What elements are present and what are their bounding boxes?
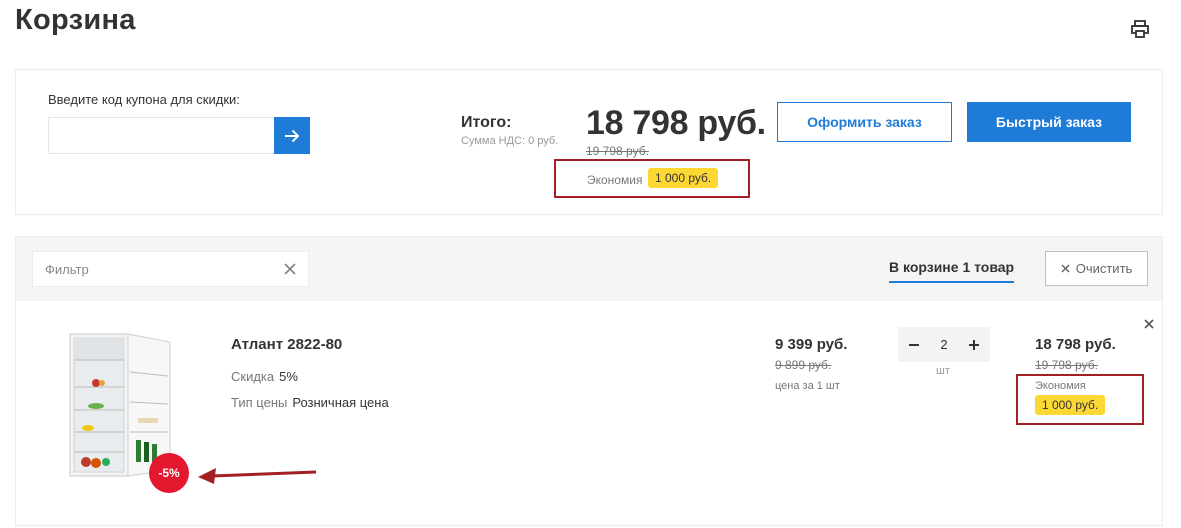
prop-value: 5% (279, 369, 298, 384)
printer-icon[interactable] (1130, 19, 1150, 39)
unit-old-price: 9 899 руб. (775, 358, 832, 372)
quantity-unit: шт (936, 365, 950, 377)
total-price: 18 798 руб. (586, 104, 766, 142)
checkout-button[interactable]: Оформить заказ (777, 102, 952, 142)
product-prop-price-type: Тип цены Розничная цена (231, 395, 389, 410)
quantity-input[interactable] (929, 333, 959, 356)
filter-field (32, 251, 309, 287)
clear-cart-button[interactable]: Очистить (1045, 251, 1148, 286)
prop-key: Скидка (231, 369, 275, 384)
coupon-submit-button[interactable] (274, 117, 310, 154)
minus-icon (909, 343, 919, 346)
product-name-link[interactable]: Атлант 2822-80 (231, 336, 342, 353)
plus-icon (969, 339, 979, 350)
quantity-decrease-button[interactable] (904, 335, 924, 355)
line-savings-label: Экономия (1035, 380, 1086, 392)
line-savings-badge: 1 000 руб. (1035, 395, 1106, 415)
coupon-label: Введите код купона для скидки: (48, 92, 240, 107)
close-icon[interactable] (282, 261, 298, 277)
cart-header: В корзине 1 товар Очистить (16, 237, 1162, 301)
page-title: Корзина (15, 4, 136, 36)
product-prop-discount: Скидка 5% (231, 369, 298, 384)
unit-price: 9 399 руб. (775, 336, 848, 353)
arrow-left-icon (196, 465, 318, 485)
savings-label: Экономия (587, 173, 643, 187)
order-summary-panel: Введите код купона для скидки: Итого: Су… (15, 69, 1163, 215)
line-old-price: 19 798 руб. (1035, 358, 1098, 372)
discount-badge: -5% (149, 453, 189, 493)
total-old-price: 19 798 руб. (586, 144, 649, 158)
total-label: Итого: (461, 114, 512, 131)
arrow-right-icon (285, 129, 300, 142)
vat-amount: Сумма НДС: 0 руб. (461, 135, 559, 147)
close-icon (1061, 264, 1070, 273)
quick-order-button[interactable]: Быстрый заказ (967, 102, 1131, 142)
cart-panel: В корзине 1 товар Очистить (15, 236, 1163, 526)
quantity-stepper (898, 327, 990, 362)
prop-key: Тип цены (231, 395, 288, 410)
line-total-price: 18 798 руб. (1035, 336, 1116, 353)
coupon-input[interactable] (48, 117, 275, 154)
quantity-increase-button[interactable] (964, 335, 984, 355)
remove-item-icon[interactable] (1143, 317, 1155, 329)
savings-badge: 1 000 руб. (648, 168, 719, 188)
filter-input[interactable] (33, 252, 273, 286)
unit-price-note: цена за 1 шт (775, 380, 840, 392)
clear-cart-label: Очистить (1075, 261, 1133, 276)
prop-value: Розничная цена (292, 395, 389, 410)
tab-cart-items[interactable]: В корзине 1 товар (889, 259, 1015, 283)
